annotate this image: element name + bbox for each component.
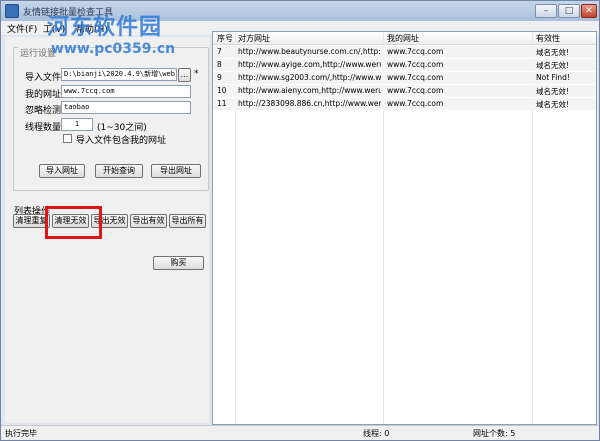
watermark-title: 河东软件园 [47,15,163,40]
results-table: 序号 对方网址 我的网址 有效性 7 http://www.beautynurs… [212,31,597,425]
cell-target-url: http://www.aieny.com,http://www.werun... [238,86,381,95]
threads-label: 线程数量: [25,123,65,133]
cell-validity: 域名无效! [536,87,570,96]
table-header: 序号 对方网址 我的网址 有效性 [213,32,596,45]
app-window: 友情链接批量检查工具 – □ ✕ 文件(F) 工(V) 帮助(H) 运行设置 导… [0,0,600,441]
ignore-field[interactable]: taobao [61,101,191,114]
cell-my-url: www.7ccq.com [387,47,444,56]
cell-id: 11 [217,99,227,108]
browse-button[interactable]: ... [178,68,191,82]
cell-my-url: www.7ccq.com [387,99,444,108]
cell-id: 7 [217,47,222,56]
cell-id: 9 [217,73,222,82]
ignore-label: 忽略检测: [25,106,65,116]
cell-validity: 域名无效! [536,61,570,70]
cell-target-url: http://www.ayige.com,http://www.werun... [238,60,381,69]
column-header-id[interactable]: 序号 [217,33,233,44]
menu-file[interactable]: 文件(F) [7,22,37,35]
table-row[interactable]: 11 http://2383098.886.cn,http://www.weru… [213,98,596,110]
cell-my-url: www.7ccq.com [387,86,444,95]
cell-id: 10 [217,86,227,95]
left-panel: 运行设置 导入文件: D:\bianji\2020.4.9\新增\weblink… [5,37,209,423]
required-mark: * [194,69,199,79]
column-header-my-url[interactable]: 我的网址 [387,33,419,44]
export-all-button[interactable]: 导出所有 [169,214,206,228]
my-url-label: 我的网址: [25,90,65,100]
highlight-box [45,206,102,239]
maximize-button[interactable]: □ [558,4,580,18]
minimize-button[interactable]: – [535,4,557,18]
import-file-field[interactable]: D:\bianji\2020.4.9\新增\weblink [61,68,177,81]
column-header-target-url[interactable]: 对方网址 [238,33,270,44]
status-threads: 线程: 0 [363,429,390,438]
app-icon [5,4,19,18]
threads-field[interactable]: 1 [61,118,93,131]
status-bar: 执行完毕 线程: 0 网址个数: 5 [1,425,599,440]
cell-validity: Not Find! [536,73,570,82]
start-query-button[interactable]: 开始查询 [95,164,143,178]
include-mine-label: 导入文件包含我的网址 [76,136,167,146]
threads-hint: (1~30之间) [97,123,147,133]
table-row[interactable]: 8 http://www.ayige.com,http://www.werun.… [213,59,596,71]
import-url-button[interactable]: 导入网址 [39,164,85,178]
status-message: 执行完毕 [5,429,37,438]
buy-button[interactable]: 购买 [153,256,204,270]
cell-validity: 域名无效! [536,48,570,57]
cell-my-url: www.7ccq.com [387,73,444,82]
export-url-button[interactable]: 导出网址 [151,164,201,178]
import-file-label: 导入文件: [25,73,65,83]
table-row[interactable]: 9 http://www.sg2003.com/,http://www.we..… [213,72,596,84]
cell-id: 8 [217,60,222,69]
cell-target-url: http://www.beautynurse.com.cn/,http://..… [238,47,381,56]
cell-my-url: www.7ccq.com [387,60,444,69]
cell-validity: 域名无效! [536,100,570,109]
close-button[interactable]: ✕ [581,4,597,18]
cell-target-url: http://www.sg2003.com/,http://www.we... [238,73,381,82]
my-url-field[interactable]: www.7ccq.com [61,85,191,98]
export-valid-button[interactable]: 导出有效 [130,214,167,228]
table-row[interactable]: 7 http://www.beautynurse.com.cn/,http://… [213,46,596,58]
include-mine-checkbox[interactable] [63,134,72,143]
status-url-count: 网址个数: 5 [473,429,516,438]
watermark-url: www.pc0359.cn [51,41,176,57]
column-header-validity[interactable]: 有效性 [536,33,560,44]
cell-target-url: http://2383098.886.cn,http://www.werun..… [238,99,381,108]
table-row[interactable]: 10 http://www.aieny.com,http://www.werun… [213,85,596,97]
